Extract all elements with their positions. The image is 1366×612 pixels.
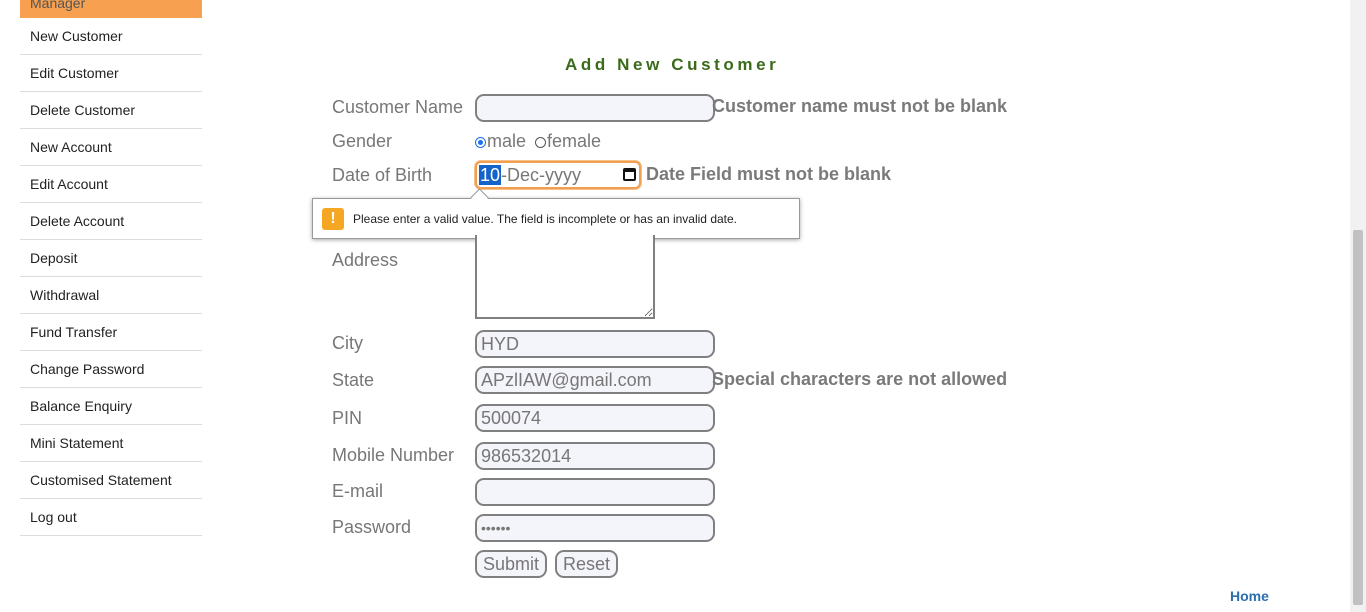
- gender-male-radio[interactable]: [475, 136, 486, 148]
- gender-female-label: female: [547, 131, 602, 151]
- menu-item-fund-transfer[interactable]: Fund Transfer: [20, 314, 202, 351]
- gender-female-radio[interactable]: [535, 136, 547, 148]
- menu-item-deposit[interactable]: Deposit: [20, 240, 202, 277]
- city-input[interactable]: HYD: [475, 330, 715, 358]
- state-label: State: [332, 370, 375, 390]
- menu-item-edit-account[interactable]: Edit Account: [20, 166, 202, 203]
- menu-item-delete-account[interactable]: Delete Account: [20, 203, 202, 240]
- submit-button[interactable]: Submit: [475, 550, 548, 578]
- warning-icon: !: [322, 208, 344, 230]
- menu-item-balance-enquiry[interactable]: Balance Enquiry: [20, 388, 202, 425]
- city-label: City: [332, 333, 363, 353]
- address-label: Address: [332, 250, 399, 270]
- state-input[interactable]: APzlIAW@gmail.com: [475, 366, 715, 394]
- home-link[interactable]: Home: [1230, 588, 1269, 604]
- dob-error: Date Field must not be blank: [646, 164, 892, 184]
- menu-item-mini-statement[interactable]: Mini Statement: [20, 425, 202, 462]
- menu-item-log-out[interactable]: Log out: [20, 499, 202, 536]
- password-label: Password: [332, 517, 412, 537]
- customer-name-error: Customer name must not be blank: [712, 96, 1008, 116]
- mobile-input[interactable]: 986532014: [475, 442, 715, 470]
- menu-item-edit-customer[interactable]: Edit Customer: [20, 55, 202, 92]
- sidebar-menu: Manager New Customer Edit Customer Delet…: [20, 0, 202, 536]
- email-label: E-mail: [332, 481, 384, 501]
- customer-name-label: Customer Name: [332, 97, 464, 117]
- mobile-label: Mobile Number: [332, 445, 455, 465]
- menu-item-new-account[interactable]: New Account: [20, 129, 202, 166]
- reset-button[interactable]: Reset: [555, 550, 619, 578]
- dob-label: Date of Birth: [332, 165, 433, 185]
- gender-male-label: male: [487, 131, 527, 151]
- gender-radio-group: male female: [475, 131, 601, 152]
- scrollbar-thumb[interactable]: [1353, 230, 1363, 605]
- dob-date-input[interactable]: 10-Dec-yyyy: [475, 161, 641, 189]
- email-input[interactable]: [475, 478, 715, 506]
- menu-item-new-customer[interactable]: New Customer: [20, 18, 202, 55]
- dob-rest-segment[interactable]: -Dec-yyyy: [501, 165, 581, 185]
- pin-label: PIN: [332, 408, 363, 428]
- menu-item-delete-customer[interactable]: Delete Customer: [20, 92, 202, 129]
- customer-name-input[interactable]: [475, 94, 715, 122]
- gender-label: Gender: [332, 131, 393, 151]
- calendar-icon[interactable]: [623, 168, 636, 181]
- menu-item-customised-statement[interactable]: Customised Statement: [20, 462, 202, 499]
- form-title: Add New Customer: [565, 55, 780, 74]
- menu-item-change-password[interactable]: Change Password: [20, 351, 202, 388]
- address-textarea[interactable]: [475, 235, 655, 319]
- menu-item-withdrawal[interactable]: Withdrawal: [20, 277, 202, 314]
- pin-input[interactable]: 500074: [475, 404, 715, 432]
- menu-list: New Customer Edit Customer Delete Custom…: [20, 18, 202, 536]
- state-error: Special characters are not allowed: [712, 369, 1008, 389]
- sidebar-header-manager: Manager: [20, 0, 202, 18]
- dob-day-segment[interactable]: 10: [479, 165, 502, 185]
- password-input[interactable]: ••••••: [475, 514, 715, 542]
- vertical-scrollbar[interactable]: [1350, 0, 1366, 612]
- validation-tooltip: ! Please enter a valid value. The field …: [312, 198, 800, 239]
- tooltip-message: Please enter a valid value. The field is…: [353, 212, 738, 226]
